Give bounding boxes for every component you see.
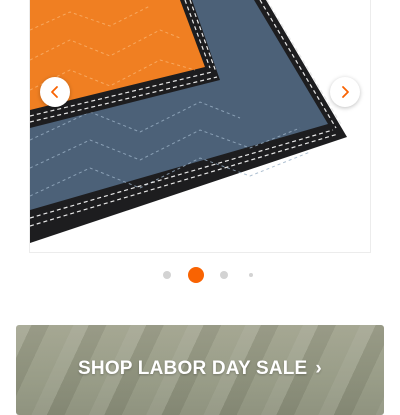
- carousel-dot[interactable]: [220, 271, 228, 279]
- carousel-dot-active[interactable]: [188, 267, 204, 283]
- carousel-next-button[interactable]: [330, 77, 360, 107]
- carousel-prev-button[interactable]: [40, 77, 70, 107]
- carousel-dot[interactable]: [163, 271, 171, 279]
- product-image-moving-blankets: [30, 0, 347, 243]
- promo-label-row: SHOP LABOR DAY SALE ›: [16, 358, 384, 380]
- shop-labor-day-sale-banner[interactable]: SHOP LABOR DAY SALE ›: [16, 325, 384, 415]
- carousel-dot[interactable]: [249, 273, 253, 277]
- chevron-right-icon: [342, 86, 349, 98]
- promo-label: SHOP LABOR DAY SALE: [78, 358, 308, 379]
- chevron-left-icon: [51, 86, 58, 98]
- product-image-card: [29, 0, 371, 253]
- chevron-right-icon: ›: [315, 358, 322, 379]
